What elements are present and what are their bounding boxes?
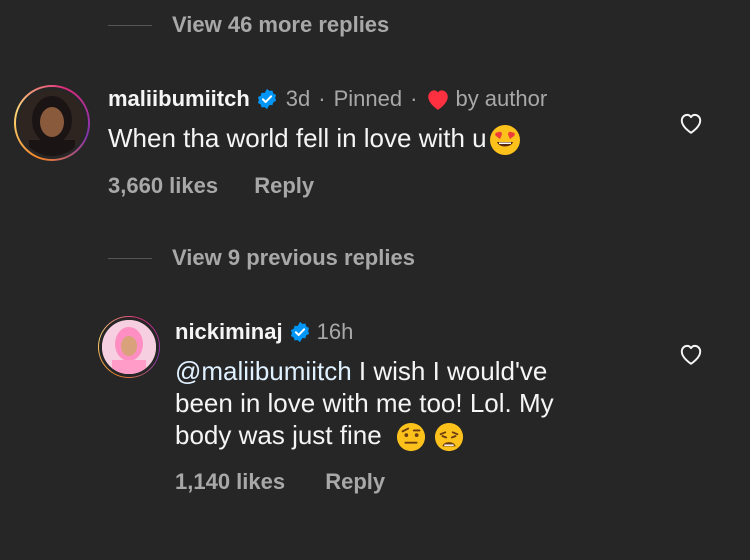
avatar-nickiminaj[interactable] (98, 316, 160, 378)
comment1-pinned-label: Pinned (333, 86, 403, 111)
comment2-line1: I wish I would've (351, 356, 548, 386)
comment1-time: 3d (285, 86, 311, 111)
comment2-line3: body was just fine (175, 420, 382, 450)
comment1-reply-button[interactable]: Reply (254, 173, 314, 198)
liked-by-author-heart-icon (428, 90, 449, 110)
verified-badge-icon (257, 88, 276, 110)
comment1-likes[interactable]: 3,660 likes (108, 173, 218, 198)
weary-face-emoji-icon (434, 423, 463, 452)
avatar-image (99, 317, 159, 377)
comment1-footer: 3,660 likes Reply (108, 173, 314, 199)
avatar-maliibumiitch[interactable] (14, 85, 90, 161)
comment1-like-heart-icon[interactable] (678, 111, 704, 135)
view-previous-replies-button[interactable]: View 9 previous replies (172, 245, 415, 271)
thread-divider-mid (108, 258, 152, 259)
thread-divider-top (108, 25, 152, 26)
separator-dot: · (318, 86, 326, 111)
avatar-portrait-icon (102, 320, 156, 374)
raised-eyebrow-emoji-icon (396, 423, 425, 452)
comment2-likes[interactable]: 1,140 likes (175, 469, 285, 494)
avatar-image (16, 87, 88, 159)
comment2-header: nickiminaj 16h (175, 319, 353, 345)
comment2-text: @maliibumiitch I wish I would've been in… (175, 355, 635, 452)
comment1-username[interactable]: maliibumiitch (108, 86, 250, 112)
verified-badge-icon (290, 321, 309, 343)
heart-eyes-emoji-icon (489, 125, 520, 156)
comment2-username[interactable]: nickiminaj (175, 319, 283, 345)
avatar-portrait-icon (19, 90, 85, 156)
comment1-header: maliibumiitch 3d · Pinned · by author (108, 86, 547, 112)
comment2-like-heart-icon[interactable] (678, 342, 704, 366)
comment2-time: 16h (316, 319, 354, 344)
comment1-text: When tha world fell in love with u (108, 122, 521, 156)
comment2-mention-link[interactable]: @maliibumiitch (175, 356, 352, 386)
comment1-body: When tha world fell in love with u (108, 123, 487, 153)
comment1-liked-by-label: by author (455, 86, 548, 111)
comment2-line2: been in love with me too! Lol. My (175, 388, 554, 418)
comment2-reply-button[interactable]: Reply (325, 469, 385, 494)
comment2-footer: 1,140 likes Reply (175, 469, 385, 495)
separator-dot: · (410, 86, 418, 111)
view-more-replies-button[interactable]: View 46 more replies (172, 12, 389, 38)
